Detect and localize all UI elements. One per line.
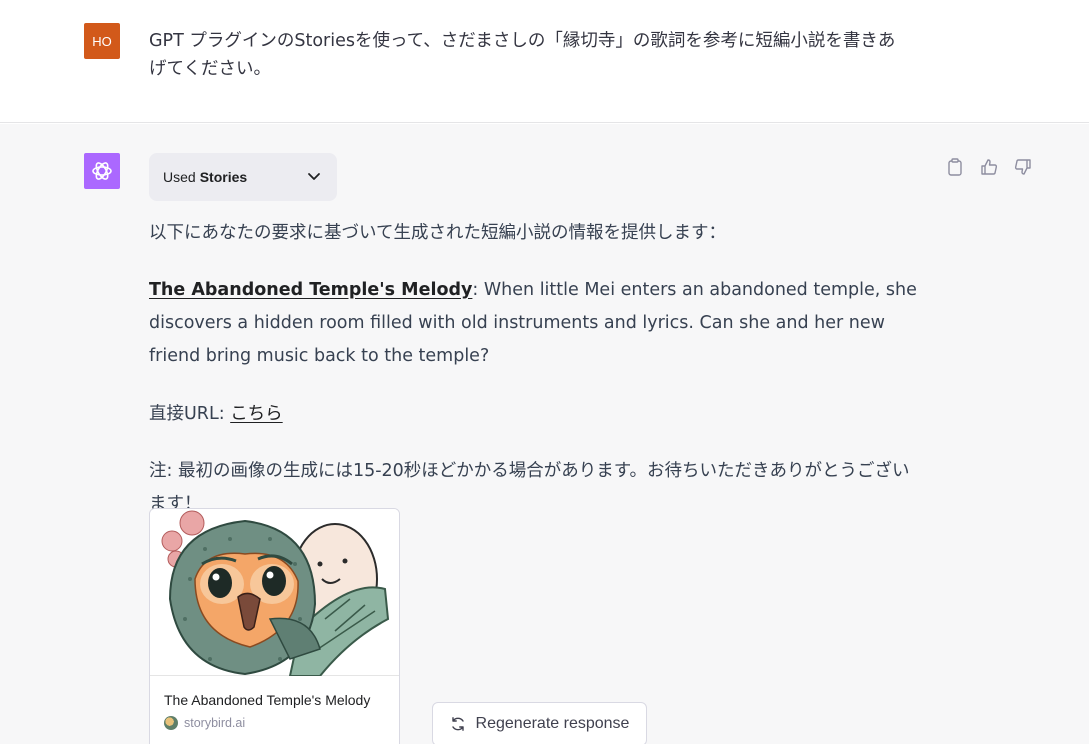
thumbs-down-button[interactable] [1012,156,1034,178]
user-message-row: HO GPT プラグインのStoriesを使って、さだまさしの「縁切寺」の歌詞を… [0,0,1089,123]
story-card-domain: storybird.ai [184,716,246,730]
assistant-message-row: Used Stories 以下にあなたの要求に基づいて生成された短編小説の情報を… [0,124,1089,744]
story-card-source: storybird.ai [164,716,245,730]
owl-illustration [161,510,390,677]
chevron-down-icon [308,173,320,180]
thumbs-up-button[interactable] [978,156,1000,178]
thumbs-up-icon [981,159,998,175]
story-preview-card[interactable]: The Abandoned Temple's Melody storybird.… [149,508,400,744]
plugin-used-label: Used [163,169,196,185]
story-title-link[interactable]: The Abandoned Temple's Melody [149,280,472,300]
direct-url-link[interactable]: こちら [230,404,283,424]
story-cover-image [150,509,399,677]
user-avatar: HO [84,23,120,59]
refresh-icon [451,717,464,731]
plugin-name: Stories [199,169,248,185]
storybird-favicon-icon [164,716,178,730]
story-summary: The Abandoned Temple's Melody: When litt… [149,274,919,373]
regenerate-response-button[interactable]: Regenerate response [432,702,647,744]
message-actions [944,156,1034,178]
user-message-text: GPT プラグインのStoriesを使って、さだまさしの「縁切寺」の歌詞を参考に… [149,31,896,79]
copy-icon [948,158,962,176]
direct-url-line: 直接URL: こちら [149,398,919,431]
story-card-title: The Abandoned Temple's Melody [164,692,371,708]
thumbs-down-icon [1014,159,1031,175]
direct-url-label: 直接URL: [149,404,231,424]
copy-button[interactable] [944,156,966,178]
assistant-avatar [84,153,120,189]
regenerate-label: Regenerate response [475,715,630,732]
openai-logo-icon [92,162,112,180]
assistant-intro-text: 以下にあなたの要求に基づいて生成された短編小説の情報を提供します： [149,223,726,243]
plugin-used-toggle[interactable]: Used Stories [149,153,337,201]
